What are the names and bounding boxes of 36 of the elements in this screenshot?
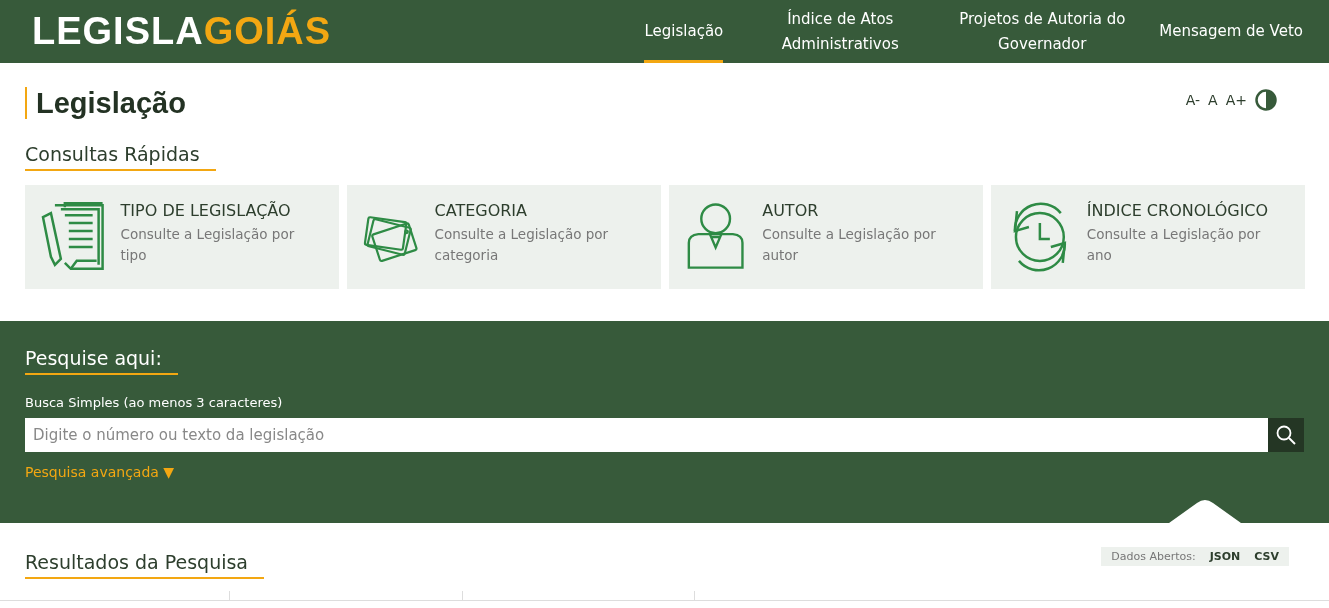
contrast-icon[interactable] xyxy=(1255,89,1277,111)
nav-tab[interactable]: Legislação xyxy=(644,0,724,63)
card-description: Consulte a Legislação por autor xyxy=(762,225,937,265)
logo-text[interactable]: GOIÁS xyxy=(203,10,332,53)
font-size-button[interactable]: A+ xyxy=(1225,92,1247,108)
section-title: Consultas Rápidas xyxy=(25,143,216,171)
search-field[interactable]: Digite o número ou texto da legislação xyxy=(25,418,1268,452)
search-button[interactable] xyxy=(1268,418,1304,452)
card-description: Consulte a Legislação por tipo xyxy=(120,225,296,265)
section-title: Pesquise aqui: xyxy=(25,347,178,375)
quick-search-card[interactable]: TIPO DE LEGISLAÇÃO Consulte a Legislação por tipo xyxy=(25,185,339,289)
download-link[interactable]: JSON xyxy=(1209,550,1241,563)
logo-text[interactable]: LEGISLA xyxy=(32,10,204,53)
quick-search-card[interactable]: ÍNDICE CRONOLÓGICO Consulte a Legislação por ano xyxy=(991,185,1305,289)
page-title: Legislação xyxy=(25,87,186,119)
nav-tab[interactable]: Mensagem de Veto xyxy=(1159,0,1303,63)
download-link[interactable]: CSV xyxy=(1254,550,1279,563)
card-title: ÍNDICE CRONOLÓGICO xyxy=(1086,201,1270,220)
open-data-label: Dados Abertos: xyxy=(1111,550,1196,563)
search-icon xyxy=(1276,425,1296,445)
font-size-button[interactable]: A xyxy=(1208,92,1218,108)
section-title: Resultados da Pesquisa xyxy=(25,551,264,579)
advanced-search-link[interactable]: Pesquisa avançada ▼ xyxy=(25,464,175,480)
nav-tab[interactable]: Índice de Atos Administrativos xyxy=(755,0,926,63)
search-label: Busca Simples (ao menos 3 caracteres) xyxy=(25,395,284,410)
quick-search-card[interactable]: CATEGORIA Consulte a Legislação por categoria xyxy=(347,185,661,289)
card-title: CATEGORIA xyxy=(434,201,529,220)
font-size-button[interactable]: A- xyxy=(1185,92,1201,108)
quick-search-card[interactable]: AUTOR Consulte a Legislação por autor xyxy=(669,185,983,289)
card-description: Consulte a Legislação por categoria xyxy=(434,225,610,265)
document-pen-icon xyxy=(41,201,107,273)
card-title: AUTOR xyxy=(762,201,820,220)
card-description: Consulte a Legislação por ano xyxy=(1086,225,1262,265)
nav-tab[interactable]: Projetos de Autoria do Governador xyxy=(957,0,1128,63)
card-title: TIPO DE LEGISLAÇÃO xyxy=(120,201,292,220)
notch-pointer xyxy=(1169,499,1241,523)
